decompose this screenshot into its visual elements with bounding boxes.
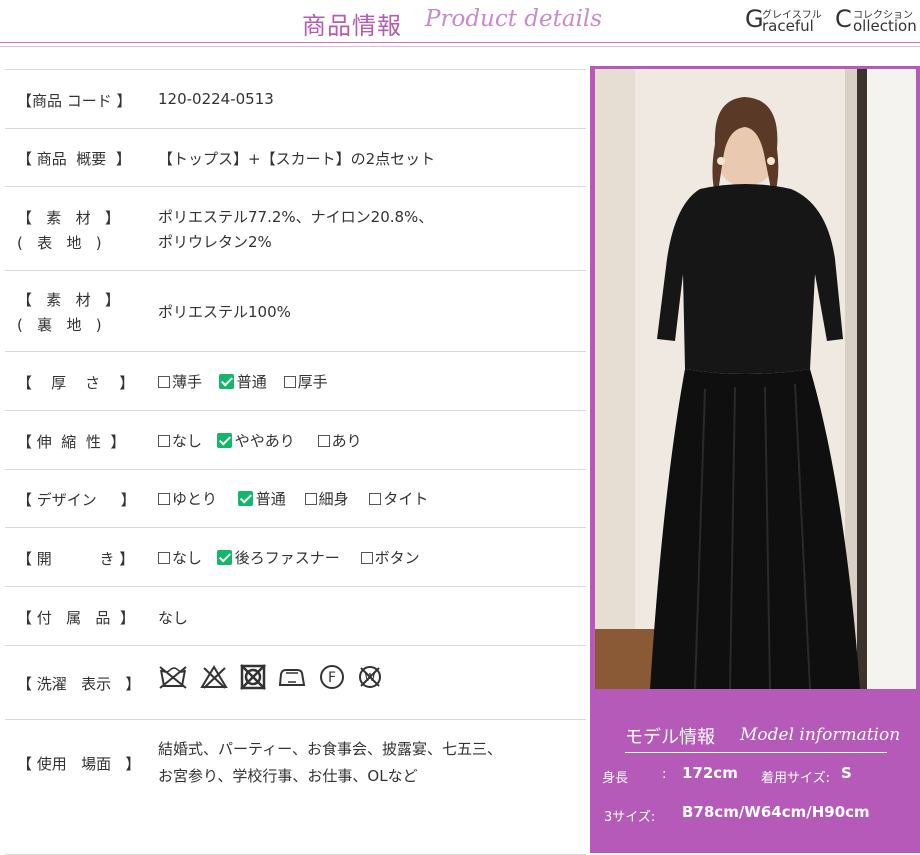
model-photo[interactable] [595, 69, 916, 689]
option-none: なし [158, 547, 202, 568]
model-panel: モデル情報 Model information 身長 : 172cm 着用サイズ… [590, 66, 920, 853]
spec-label: 【 素 材 】 ( 裏 地 ) [17, 291, 120, 334]
checkbox-unchecked-icon [158, 376, 170, 388]
header-rule [0, 42, 920, 43]
checkbox-unchecked-icon [158, 493, 170, 505]
spec-value: ポリエステル77.2%、ナイロン20.8%、 [158, 208, 434, 226]
spec-label: 【 デザイン 】 [17, 491, 136, 509]
spec-row-care: 【 洗濯 表示 】 F W [5, 645, 586, 720]
no-bleach-icon [200, 665, 228, 689]
option-yes: あり [317, 430, 362, 451]
page-header: 商品情報 Product details G グレイスフル raceful C … [0, 0, 920, 46]
spec-label: 【 素 材 】 ( 表 地 ) [17, 209, 120, 252]
model-info-title: モデル情報 [625, 727, 715, 748]
spec-value: ポリウレタン2% [158, 233, 272, 251]
option-loose: ゆとり [158, 488, 217, 509]
option-slim: 細身 [304, 488, 349, 509]
option-group: なし ややあり あり [158, 430, 374, 451]
page-title: 商品情報 [302, 12, 402, 40]
spec-label: 【商品 コード 】 [17, 92, 132, 110]
spec-label: 【 伸 縮 性 】 [17, 433, 126, 451]
checkbox-checked-icon [237, 491, 253, 506]
option-group: 薄手 普通 厚手 [158, 371, 340, 392]
option-group: ゆとり 普通 細身 タイト [158, 488, 440, 509]
checkbox-checked-icon [216, 433, 232, 448]
option-none: なし [158, 430, 202, 451]
spec-value: 【トップス】+【スカート】の2点セット [158, 150, 436, 168]
spec-label: 【 開 き 】 [17, 550, 135, 568]
checkbox-unchecked-icon [158, 435, 170, 447]
option-group: なし 後ろファスナー ボタン [158, 547, 432, 568]
option-slight: ややあり [216, 430, 295, 451]
model-info-title-en: Model information [740, 725, 901, 745]
checkbox-unchecked-icon [360, 552, 373, 564]
spec-row-summary: 【 商品 概要 】 【トップス】+【スカート】の2点セット [5, 128, 586, 187]
three-size-value: B78cm/W64cm/H90cm [682, 803, 870, 821]
spec-row-thickness: 【 厚 さ 】 薄手 普通 厚手 [5, 351, 586, 411]
spec-value: お宮参り、学校行事、お仕事、OLなど [158, 767, 418, 785]
checkbox-unchecked-icon [158, 552, 170, 564]
option-thin: 薄手 [158, 371, 202, 392]
three-size-label: 3サイズ: [604, 810, 656, 825]
spec-label: 【 商品 概要 】 [17, 150, 131, 168]
product-photo-image [595, 69, 916, 689]
iron-low-icon [279, 669, 306, 686]
option-normal: 普通 [237, 488, 286, 509]
spec-label: 【 使用 場面 】 [17, 755, 141, 773]
no-washing-icon [159, 666, 187, 689]
no-wet-clean-icon: W [358, 666, 381, 688]
page-title-en: Product details [425, 6, 603, 32]
spec-row-code: 【商品 コード 】 120-0224-0513 [5, 69, 586, 129]
option-back-zipper: 後ろファスナー [216, 547, 340, 568]
option-tight: タイト [369, 488, 428, 509]
height-colon: : [662, 767, 667, 782]
svg-text:F: F [328, 670, 336, 686]
checkbox-unchecked-icon [369, 493, 382, 505]
spec-row-accessories: 【 付 属 品 】 なし [5, 586, 586, 646]
spec-row-occasion: 【 使用 場面 】 結婚式、パーティー、お食事会、披露宴、七五三、 お宮参り、学… [5, 719, 586, 855]
brand-logo[interactable]: G グレイスフル raceful C コレクション ollection [745, 5, 920, 35]
option-thick: 厚手 [283, 371, 328, 392]
spec-row-material-lining: 【 素 材 】 ( 裏 地 ) ポリエステル100% [5, 270, 586, 352]
spec-row-material-outer: 【 素 材 】 ( 表 地 ) ポリエステル77.2%、ナイロン20.8%、 ポ… [5, 186, 586, 271]
checkbox-unchecked-icon [283, 376, 296, 388]
spec-value: 結婚式、パーティー、お食事会、披露宴、七五三、 [158, 740, 502, 758]
height-value: 172cm [682, 764, 738, 782]
dry-clean-f-icon: F [320, 665, 345, 689]
size-label: 着用サイズ: [761, 771, 830, 786]
height-label: 身長 [602, 771, 629, 786]
header-rule-light [0, 46, 920, 47]
option-button: ボタン [360, 547, 420, 568]
spec-row-stretch: 【 伸 縮 性 】 なし ややあり あり [5, 410, 586, 470]
care-icons: F W [158, 664, 390, 690]
spec-value: なし [158, 609, 189, 627]
no-tumble-dry-icon [239, 664, 266, 690]
spec-row-opening: 【 開 き 】 なし 後ろファスナー ボタン [5, 527, 586, 587]
spec-label: 【 付 属 品 】 [17, 609, 135, 627]
option-normal: 普通 [218, 371, 267, 392]
checkbox-checked-icon [216, 550, 232, 565]
spec-value: 120-0224-0513 [158, 90, 274, 108]
spec-label: 【 厚 さ 】 [17, 374, 135, 392]
size-value: S [841, 764, 852, 782]
checkbox-checked-icon [218, 374, 234, 389]
spec-row-design: 【 デザイン 】 ゆとり 普通 細身 タイト [5, 469, 586, 528]
checkbox-unchecked-icon [317, 435, 330, 447]
model-info-rule [625, 752, 887, 753]
checkbox-unchecked-icon [304, 493, 317, 505]
spec-label: 【 洗濯 表示 】 [17, 675, 141, 693]
spec-value: ポリエステル100% [158, 303, 291, 321]
